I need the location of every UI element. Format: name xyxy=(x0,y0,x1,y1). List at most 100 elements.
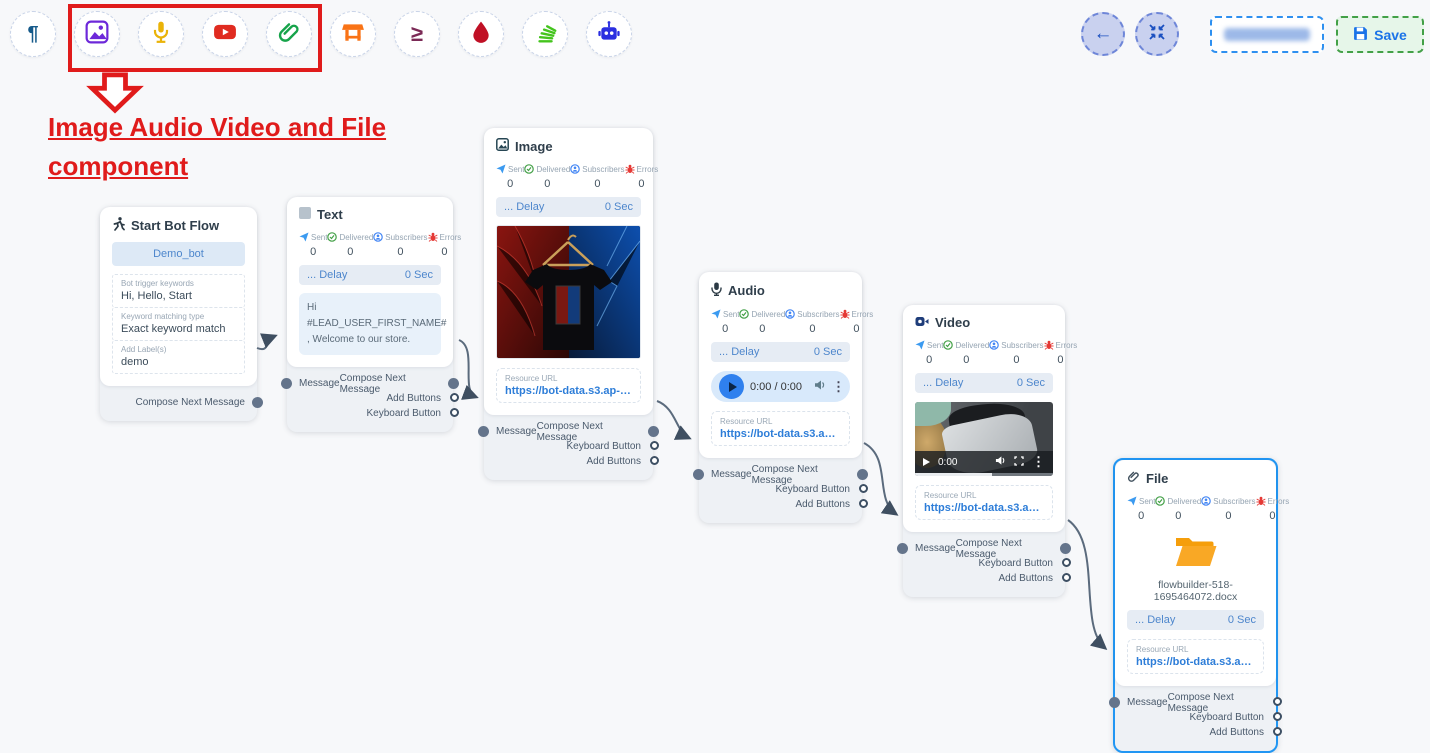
errors-icon xyxy=(428,232,438,242)
delivered-icon xyxy=(943,340,953,350)
subscribers-icon xyxy=(570,164,580,174)
delivered-icon xyxy=(524,164,534,174)
resource-url-link[interactable]: https://bot-data.s3.ap-southeast-1.wasab… xyxy=(924,502,1044,514)
port-out-compose-next-message[interactable] xyxy=(252,397,263,408)
port-out-compose-next-message[interactable] xyxy=(857,469,868,480)
greater-equal-icon: ≥ xyxy=(411,21,423,47)
port-label: Message xyxy=(915,543,956,554)
subscribers-icon xyxy=(785,309,795,319)
delay-bar[interactable]: ... Delay0 Sec xyxy=(1127,610,1264,630)
sent-icon xyxy=(496,164,506,174)
port-label: Message xyxy=(496,426,537,437)
delivered-icon xyxy=(327,232,337,242)
toolbar-video-component[interactable] xyxy=(202,11,248,57)
node-text[interactable]: Text Sent0 Delivered0 Subscribers0 Error… xyxy=(287,197,453,432)
volume-icon[interactable] xyxy=(814,378,826,396)
port-out-compose-next-message[interactable] xyxy=(448,378,459,389)
delay-bar[interactable]: ... Delay0 Sec xyxy=(711,342,850,362)
audio-play-button[interactable] xyxy=(719,374,744,399)
toolbar-image-component[interactable] xyxy=(74,11,120,57)
sent-icon xyxy=(299,232,309,242)
node-file[interactable]: File Sent0 Delivered0 Subscribers0 Error… xyxy=(1113,458,1278,753)
toolbar-sequence-component[interactable] xyxy=(522,11,568,57)
delay-bar[interactable]: ... Delay0 Sec xyxy=(496,197,641,217)
errors-icon xyxy=(1256,496,1266,506)
port-out-add-buttons[interactable] xyxy=(650,456,659,465)
errors-icon xyxy=(625,164,635,174)
video-menu-icon[interactable]: ⋮ xyxy=(1032,454,1045,470)
port-out-keyboard-button[interactable] xyxy=(650,441,659,450)
port-out-keyboard-button[interactable] xyxy=(1062,558,1071,567)
toolbar-ai-bot-component[interactable] xyxy=(586,11,632,57)
video-progress-bar[interactable] xyxy=(915,473,1053,476)
resource-url-link[interactable]: https://bot-data.s3.ap-southeast-1.wasab… xyxy=(720,428,841,440)
node-title: Audio xyxy=(728,283,765,298)
port-out-compose-next-message[interactable] xyxy=(1273,697,1282,706)
port-in-message[interactable] xyxy=(478,426,489,437)
port-out-add-buttons[interactable] xyxy=(1273,727,1282,736)
running-person-icon xyxy=(112,217,125,234)
node-title: File xyxy=(1146,471,1168,486)
back-arrow-icon: ← xyxy=(1094,23,1113,45)
port-out-keyboard-button[interactable] xyxy=(450,408,459,417)
delay-bar[interactable]: ... Delay0 Sec xyxy=(915,373,1053,393)
subscribers-icon xyxy=(1201,496,1211,506)
sent-icon xyxy=(711,309,721,319)
video-player[interactable]: 0:00 ⋮ xyxy=(915,402,1053,476)
port-in-message[interactable] xyxy=(693,469,704,480)
resource-url-box: Resource URL https://bot-data.s3.ap-sout… xyxy=(711,411,850,446)
robot-icon xyxy=(596,19,622,50)
port-in-message[interactable] xyxy=(1109,697,1120,708)
node-start-bot-flow[interactable]: Start Bot Flow Demo_bot Bot trigger keyw… xyxy=(100,207,257,421)
video-node-icon xyxy=(915,315,929,330)
fullscreen-icon[interactable] xyxy=(1014,453,1024,471)
keyword-matching-field[interactable]: Keyword matching type Exact keyword matc… xyxy=(112,307,245,341)
node-image[interactable]: Image Sent0 Delivered0 Subscribers0 Erro… xyxy=(484,128,653,480)
port-label: Message xyxy=(711,469,752,480)
toolbar-ecommerce-component[interactable] xyxy=(330,11,376,57)
port-out-keyboard-button[interactable] xyxy=(859,484,868,493)
save-button[interactable]: Save xyxy=(1336,16,1424,53)
port-out-keyboard-button[interactable] xyxy=(1273,712,1282,721)
subscribers-icon xyxy=(373,232,383,242)
port-out-compose-next-message[interactable] xyxy=(1060,543,1071,554)
port-in-message[interactable] xyxy=(897,543,908,554)
audio-menu-icon[interactable]: ⋮ xyxy=(832,379,845,395)
flow-canvas[interactable]: ¶ ≥ Image Audio Video and File component… xyxy=(0,0,1430,736)
node-video[interactable]: Video Sent0 Delivered0 Subscribers0 Erro… xyxy=(903,305,1065,597)
node-audio[interactable]: Audio Sent0 Delivered0 Subscribers0 Erro… xyxy=(699,272,862,523)
audio-time: 0:00 / 0:00 xyxy=(750,381,802,393)
fit-view-button[interactable] xyxy=(1135,12,1179,56)
video-play-button[interactable] xyxy=(923,458,930,466)
port-out-add-buttons[interactable] xyxy=(450,393,459,402)
volume-icon[interactable] xyxy=(995,453,1006,471)
port-in-message[interactable] xyxy=(281,378,292,389)
pilcrow-icon: ¶ xyxy=(27,23,38,46)
bot-name-button[interactable]: Demo_bot xyxy=(112,242,245,266)
port-label: Add Buttons xyxy=(1210,727,1264,738)
toolbar-drip-component[interactable] xyxy=(458,11,504,57)
trigger-keywords-field[interactable]: Bot trigger keywords Hi, Hello, Start xyxy=(112,274,245,308)
back-button[interactable]: ← xyxy=(1081,12,1125,56)
fit-view-icon xyxy=(1148,23,1166,46)
delay-bar[interactable]: ... Delay0 Sec xyxy=(299,265,441,285)
port-out-compose-next-message[interactable] xyxy=(648,426,659,437)
resource-url-link[interactable]: https://bot-data.s3.ap-southeast-1.wasab… xyxy=(1136,656,1255,668)
stats-row: Sent0 Delivered0 Subscribers0 Errors0 xyxy=(496,164,641,190)
port-label: Add Buttons xyxy=(587,456,641,467)
annotation-text: Image Audio Video and File component xyxy=(48,108,438,186)
port-out-add-buttons[interactable] xyxy=(859,499,868,508)
redacted-button[interactable] xyxy=(1210,16,1324,53)
add-labels-field[interactable]: Add Label(s) demo xyxy=(112,340,245,374)
delivered-icon xyxy=(1155,496,1165,506)
port-label: Add Buttons xyxy=(796,499,850,510)
resource-url-link[interactable]: https://bot-data.s3.ap-southeast-1.wasab… xyxy=(505,385,632,397)
toolbar-condition-component[interactable]: ≥ xyxy=(394,11,440,57)
save-label: Save xyxy=(1374,27,1407,43)
toolbar-text-component[interactable]: ¶ xyxy=(10,11,56,57)
port-out-add-buttons[interactable] xyxy=(1062,573,1071,582)
resource-url-box: Resource URL https://bot-data.s3.ap-sout… xyxy=(1127,639,1264,674)
image-node-icon xyxy=(496,138,509,154)
toolbar-audio-component[interactable] xyxy=(138,11,184,57)
toolbar-file-component[interactable] xyxy=(266,11,312,57)
